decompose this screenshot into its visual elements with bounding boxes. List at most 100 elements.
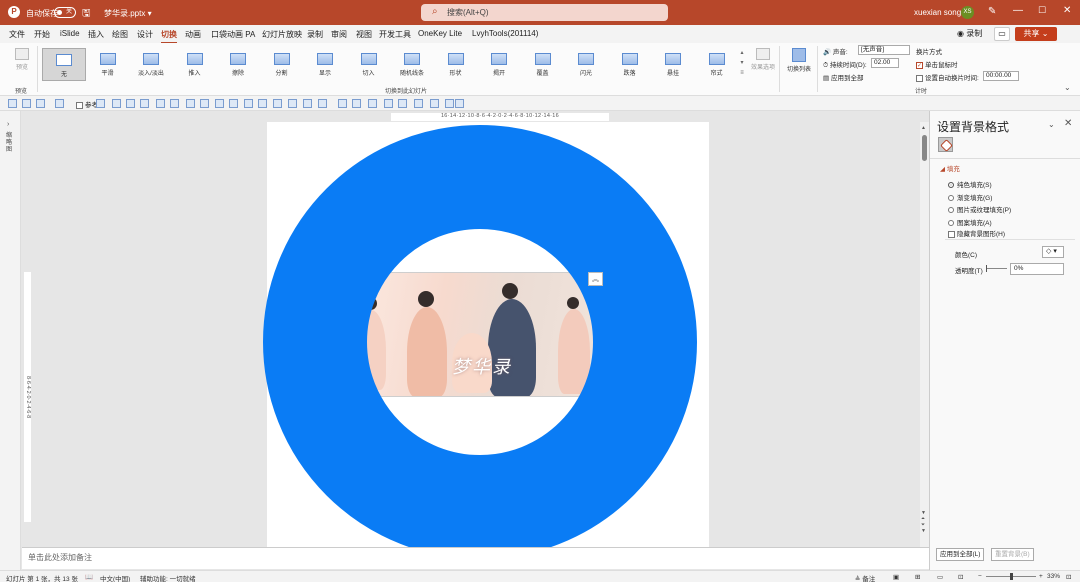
toolbar-tool-icon[interactable] (96, 99, 105, 108)
menu-tab-12[interactable]: 视图 (356, 29, 372, 40)
toolbar-tool-icon[interactable] (445, 99, 454, 108)
toolbar-tool-icon[interactable] (384, 99, 393, 108)
fill-section-header[interactable]: ◢ 填充 (940, 163, 960, 173)
avatar[interactable]: XS (961, 6, 974, 19)
transition-item-13[interactable]: 跌落 (608, 48, 652, 81)
toolbar-tool-icon[interactable] (414, 99, 423, 108)
effect-options-button[interactable]: 效果选项 (750, 48, 776, 71)
minimize-icon[interactable]: — (1013, 5, 1023, 16)
record-button[interactable]: ◉ 录制 (957, 27, 989, 41)
pane-close-icon[interactable]: ✕ (1064, 118, 1072, 129)
transition-item-8[interactable]: 随机线条 (390, 48, 434, 81)
menu-tab-13[interactable]: 开发工具 (379, 29, 411, 40)
menu-tab-11[interactable]: 审阅 (331, 29, 347, 40)
toolbar-tool-icon[interactable] (352, 99, 361, 108)
transition-item-15[interactable]: 帘式 (695, 48, 739, 81)
color-picker-button[interactable]: ◇ ▾ (1042, 246, 1064, 258)
fill-option-3[interactable]: 图案填充(A) (948, 217, 992, 227)
transition-item-11[interactable]: 覆盖 (521, 48, 565, 81)
zoom-slider[interactable] (986, 573, 1036, 580)
apply-to-all-button[interactable]: 应用到全部(L) (936, 548, 985, 561)
toolbar-tool-icon[interactable] (338, 99, 347, 108)
zoom-level[interactable]: 33% (1047, 573, 1060, 580)
menu-tab-9[interactable]: 幻灯片放映 (262, 29, 302, 40)
toolbar-tool-icon[interactable] (318, 99, 327, 108)
pen-icon[interactable]: ✎ (988, 6, 996, 17)
apply-all-button[interactable]: ▤ 应用到全部 (823, 72, 863, 82)
comment-icon[interactable]: ▭ (994, 27, 1010, 41)
chevron-down-icon[interactable]: ⌄ (1048, 120, 1055, 129)
toolbar-tool-icon[interactable] (303, 99, 312, 108)
reset-background-button[interactable]: 重置背景(B) (991, 548, 1034, 561)
zoom-out-icon[interactable]: − (978, 573, 982, 580)
menu-tab-5[interactable]: 设计 (137, 29, 153, 40)
toolbar-tool-icon[interactable] (170, 99, 179, 108)
fit-slide-icon[interactable]: ⊡ (1066, 573, 1071, 581)
toolbar-tool-icon[interactable] (186, 99, 195, 108)
fill-option-1[interactable]: 渐变填充(G) (948, 192, 992, 202)
toolbar-tool-icon[interactable] (36, 99, 45, 108)
hide-background-graphics-checkbox[interactable]: 隐藏背景图形(H) (948, 228, 1005, 238)
scroll-thumb[interactable] (922, 135, 927, 161)
transition-item-2[interactable]: 淡入/淡出 (129, 48, 173, 81)
toolbar-tool-icon[interactable] (112, 99, 121, 108)
after-checkbox[interactable]: 设置自动换片时间: (916, 72, 979, 82)
menu-tab-8[interactable]: 口袋动画 PA (211, 29, 255, 40)
menu-tab-1[interactable]: 开始 (34, 29, 50, 40)
transition-item-7[interactable]: 切入 (347, 48, 391, 81)
transition-list-button[interactable]: 切换列表 (785, 48, 813, 73)
toolbar-tool-icon[interactable] (430, 99, 439, 108)
user-name[interactable]: xuexian song (914, 8, 961, 17)
toolbar-tool-icon[interactable] (455, 99, 464, 108)
normal-view-icon[interactable]: ▣ (893, 573, 899, 581)
transition-item-3[interactable]: 推入 (173, 48, 217, 81)
fill-option-2[interactable]: 图片或纹理填充(P) (948, 204, 1011, 214)
menu-tab-10[interactable]: 录制 (307, 29, 323, 40)
transition-item-12[interactable]: 闪光 (564, 48, 608, 81)
menu-tab-7[interactable]: 动画 (185, 29, 201, 40)
chevron-up-icon[interactable]: ︽ (588, 272, 603, 286)
notes-area[interactable]: 单击此处添加备注 (22, 547, 929, 569)
expand-icon[interactable]: › (7, 121, 9, 128)
after-time-input[interactable]: 00:00.00 (983, 71, 1019, 81)
gallery-scroll[interactable]: ▴ ▾ ≡ (738, 48, 746, 81)
maximize-icon[interactable]: ☐ (1038, 5, 1046, 16)
transition-item-14[interactable]: 悬挂 (651, 48, 695, 81)
transition-item-4[interactable]: 擦除 (216, 48, 260, 81)
toolbar-tool-icon[interactable] (229, 99, 238, 108)
reading-view-icon[interactable]: ▭ (937, 573, 943, 581)
toolbar-tool-icon[interactable] (273, 99, 282, 108)
toolbar-tool-icon[interactable] (156, 99, 165, 108)
toolbar-tool-icon[interactable] (22, 99, 31, 108)
menu-tab-14[interactable]: OneKey Lite (418, 29, 462, 38)
duration-input[interactable]: 02.00 (871, 58, 899, 68)
toolbar-tool-icon[interactable] (126, 99, 135, 108)
toolbar-tool-icon[interactable] (200, 99, 209, 108)
file-name[interactable]: 梦华录.pptx ▾ (104, 8, 152, 19)
slide-sorter-icon[interactable]: ⊞ (915, 573, 920, 581)
transition-item-9[interactable]: 形状 (434, 48, 478, 81)
on-click-checkbox[interactable]: 单击鼠标时 (916, 59, 958, 69)
menu-tab-6[interactable]: 切换 (161, 29, 177, 44)
language[interactable]: 中文(中国) (100, 573, 130, 582)
toolbar-tool-icon[interactable] (258, 99, 267, 108)
menu-tab-4[interactable]: 绘图 (112, 29, 128, 40)
slide-canvas[interactable]: 梦华录 ︽ (33, 122, 920, 547)
autosave-toggle[interactable]: 关 (54, 7, 76, 18)
preview-button[interactable]: 预览 (10, 48, 34, 71)
toolbar-tool-icon[interactable] (55, 99, 64, 108)
slideshow-icon[interactable]: ⊡ (958, 573, 963, 581)
transition-item-10[interactable]: 揭开 (477, 48, 521, 81)
vertical-scrollbar[interactable]: ▲ ▼ ⏶ ⏷ ▼ (920, 122, 929, 547)
search-box[interactable]: 搜索(Alt+Q) (421, 4, 668, 21)
toolbar-tool-icon[interactable] (368, 99, 377, 108)
menu-tab-3[interactable]: 插入 (88, 29, 104, 40)
menu-tab-2[interactable]: iSlide (60, 29, 80, 38)
toolbar-tool-icon[interactable] (398, 99, 407, 108)
menu-tab-15[interactable]: LvyhTools(201114) (472, 29, 538, 38)
toolbar-tool-icon[interactable] (215, 99, 224, 108)
save-icon[interactable]: 🖫 (82, 6, 91, 23)
accessibility-status[interactable]: 辅助功能: 一切就绪 (140, 573, 196, 582)
fill-tab-icon[interactable] (938, 137, 953, 152)
toolbar-tool-icon[interactable] (288, 99, 297, 108)
